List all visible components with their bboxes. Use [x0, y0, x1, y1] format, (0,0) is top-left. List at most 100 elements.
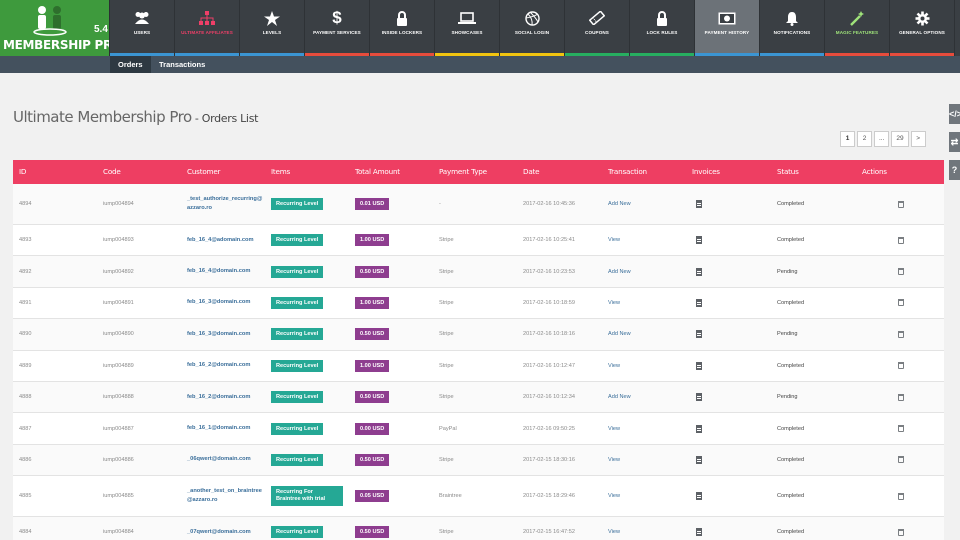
nav-item-inside-lockers[interactable]: INSIDE LOCKERS — [370, 0, 435, 56]
amount-badge: 0.50 USD — [355, 328, 390, 341]
trash-icon[interactable] — [898, 425, 904, 433]
tab-transactions[interactable]: Transactions — [151, 56, 213, 73]
trash-icon[interactable] — [898, 362, 904, 370]
customer-link[interactable]: feb_16_1@domain.com — [187, 424, 265, 433]
customer-link[interactable]: _another_test_on_braintree@azzaro.ro — [187, 487, 265, 505]
nav-item-social-login[interactable]: SOCIAL LOGIN — [500, 0, 565, 56]
transaction-link[interactable]: View — [608, 363, 620, 369]
nav-item-label: SHOWCASES — [451, 30, 483, 35]
transaction-link[interactable]: Add New — [608, 394, 631, 400]
transaction-link[interactable]: View — [608, 529, 620, 535]
dribbble-icon — [500, 8, 564, 28]
payment-type: Stripe — [439, 268, 454, 275]
nav-item-users[interactable]: USERS — [110, 0, 175, 56]
transaction-link[interactable]: Add New — [608, 269, 631, 275]
invoice-icon[interactable] — [696, 267, 702, 276]
trash-icon[interactable] — [898, 393, 904, 401]
nav-item-payment-history[interactable]: PAYMENT HISTORY — [695, 0, 760, 56]
nav-item-ultimate-affiliates[interactable]: ULTIMATE AFFILIATES — [175, 0, 240, 56]
customer-link[interactable]: feb_16_4@adomain.com — [187, 236, 265, 245]
page-last-button[interactable]: 29 — [891, 131, 909, 147]
table-row: 4892 iump004892 feb_16_4@domain.com Recurri… — [13, 256, 944, 288]
order-date: 2017-02-16 10:25:41 — [523, 237, 575, 244]
customer-link[interactable]: _06qwert@domain.com — [187, 455, 265, 464]
invoice-icon[interactable] — [696, 330, 702, 339]
status-text: Pending — [777, 268, 798, 275]
amount-badge: 0.50 USD — [355, 391, 390, 404]
help-widget-icon[interactable]: ? — [949, 160, 960, 180]
nav-item-general-options[interactable]: GENERAL OPTIONS — [890, 0, 955, 56]
invoice-icon[interactable] — [696, 455, 702, 464]
customer-link[interactable]: feb_16_2@domain.com — [187, 361, 265, 370]
code-widget-icon[interactable]: </> — [949, 104, 960, 124]
order-id: 4886 — [19, 456, 32, 463]
nav-item-notifications[interactable]: NOTIFICATIONS — [760, 0, 825, 56]
trash-icon[interactable] — [898, 492, 904, 500]
nav-item-label: SOCIAL LOGIN — [514, 30, 550, 35]
customer-link[interactable]: feb_16_3@domain.com — [187, 330, 265, 339]
trash-icon[interactable] — [898, 528, 904, 536]
order-id: 4894 — [19, 201, 32, 207]
invoice-icon[interactable] — [696, 393, 702, 402]
top-navigation-bar: MEMBERSHIP PRO 5.4 USERS ULTIMATE AFFILIA… — [0, 0, 960, 56]
order-code: iump004887 — [103, 425, 134, 432]
table-row: 4890 iump004890 feb_16_3@domain.com Recurri… — [13, 319, 944, 351]
customer-link[interactable]: feb_16_4@domain.com — [187, 267, 265, 276]
invoice-icon[interactable] — [696, 200, 702, 208]
transaction-link[interactable]: Add New — [608, 331, 631, 337]
nav-item-coupons[interactable]: COUPONS — [565, 0, 630, 56]
nav-item-magic-features[interactable]: MAGIC FEATURES — [825, 0, 890, 56]
page-2-button[interactable]: 2 — [857, 131, 872, 147]
item-badge: Recurring Level — [271, 453, 324, 466]
table-header: ID Code Customer Items Total Amount Paym… — [13, 160, 944, 184]
invoice-icon[interactable] — [696, 492, 702, 501]
customer-link[interactable]: feb_16_3@domain.com — [187, 298, 265, 307]
transaction-link[interactable]: View — [608, 426, 620, 432]
invoice-icon[interactable] — [696, 424, 702, 433]
column-header-actions: Actions — [862, 167, 887, 176]
trash-icon[interactable] — [898, 456, 904, 464]
tab-orders[interactable]: Orders — [110, 56, 151, 73]
transaction-link[interactable]: View — [608, 300, 620, 306]
transfer-widget-icon[interactable]: ⇄ — [949, 132, 960, 152]
page-1-button[interactable]: 1 — [840, 131, 855, 147]
payment-type: - — [439, 201, 441, 207]
invoice-icon[interactable] — [696, 361, 702, 370]
nav-item-lock-rules[interactable]: LOCK RULES — [630, 0, 695, 56]
pagination: 1 2 ... 29 > — [840, 131, 926, 147]
page-next-button[interactable]: > — [910, 131, 926, 147]
nav-item-showcases[interactable]: SHOWCASES — [435, 0, 500, 56]
status-text: Completed — [777, 425, 805, 432]
payment-type: Stripe — [439, 237, 454, 244]
page-ellipsis: ... — [874, 131, 890, 147]
trash-icon[interactable] — [898, 299, 904, 307]
item-badge: Recurring Level — [271, 265, 324, 278]
transaction-link[interactable]: View — [608, 457, 620, 463]
customer-link[interactable]: _07qwert@domain.com — [187, 528, 265, 537]
brand-logo-area[interactable]: MEMBERSHIP PRO 5.4 — [0, 0, 110, 56]
transaction-link[interactable]: View — [608, 237, 620, 243]
column-header-total-amount: Total Amount — [355, 167, 400, 176]
nav-item-levels[interactable]: LEVELS — [240, 0, 305, 56]
item-badge: Recurring Level — [271, 391, 324, 404]
table-row: 4885 iump004885 _another_test_on_braintree… — [13, 476, 944, 518]
payment-type: Stripe — [439, 331, 454, 338]
transaction-link[interactable]: Add New — [608, 201, 631, 207]
star-icon — [240, 8, 304, 28]
amount-badge: 0.05 USD — [355, 490, 390, 503]
invoice-icon[interactable] — [696, 298, 702, 307]
item-badge: Recurring Level — [271, 328, 324, 341]
nav-item-payment-services[interactable]: $ PAYMENT SERVICES — [305, 0, 370, 56]
order-code: iump004886 — [103, 456, 134, 463]
trash-icon[interactable] — [898, 200, 904, 208]
transaction-link[interactable]: View — [608, 493, 620, 499]
trash-icon[interactable] — [898, 268, 904, 276]
invoice-icon[interactable] — [696, 528, 702, 537]
trash-icon[interactable] — [898, 330, 904, 338]
column-header-invoices: Invoices — [692, 167, 720, 176]
invoice-icon[interactable] — [696, 236, 702, 245]
trash-icon[interactable] — [898, 236, 904, 244]
customer-link[interactable]: feb_16_2@domain.com — [187, 393, 265, 402]
customer-link[interactable]: _test_authorize_recurring@azzaro.ro — [187, 195, 265, 213]
order-code: iump004889 — [103, 362, 134, 369]
